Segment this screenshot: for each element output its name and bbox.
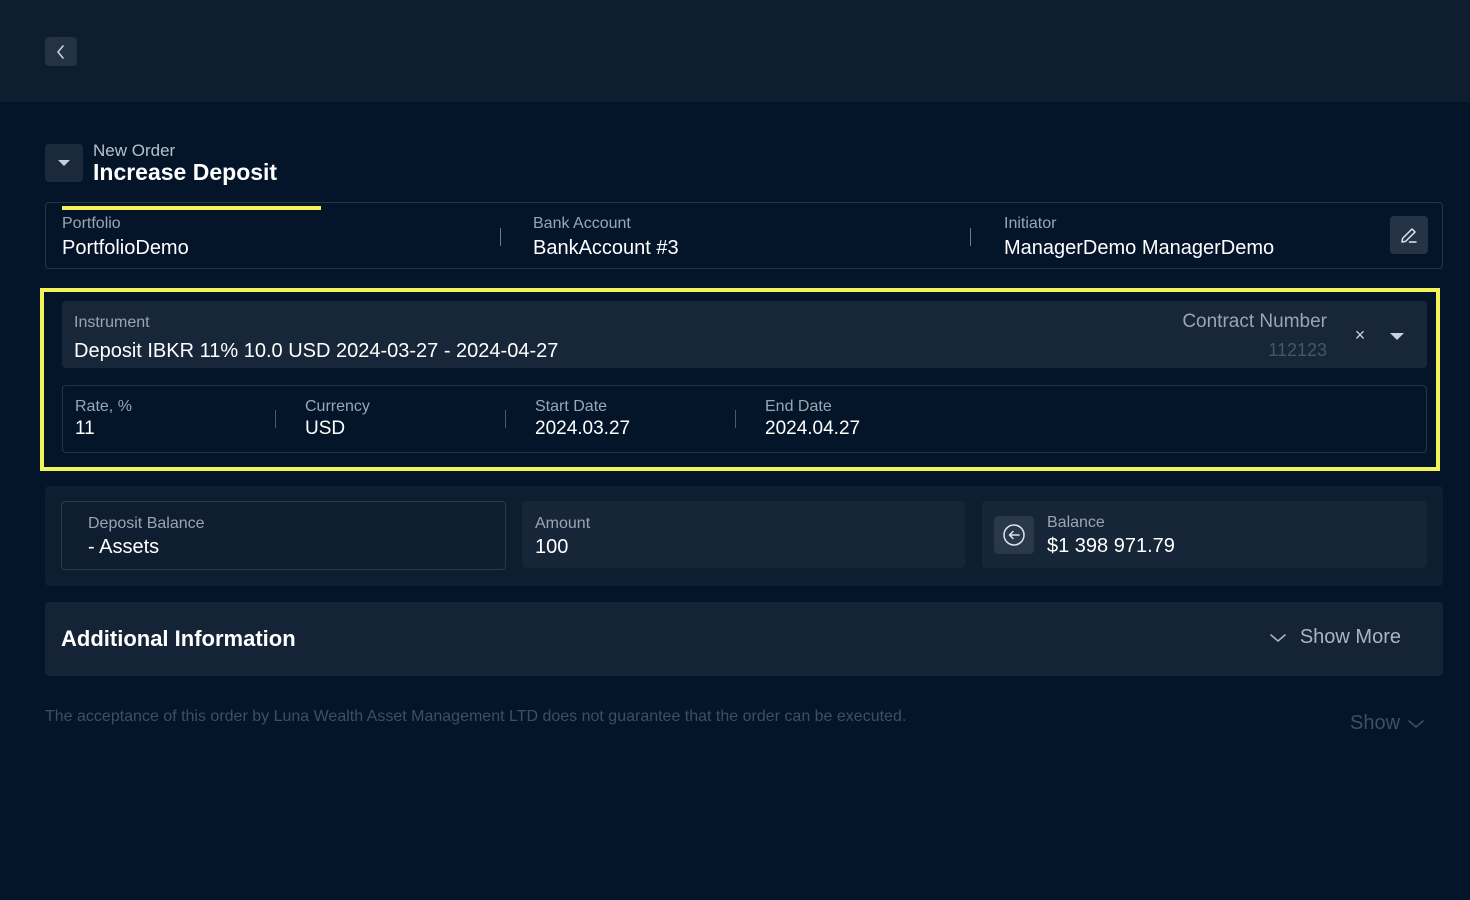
instrument-label: Instrument <box>74 314 150 331</box>
start-date-cell: Start Date 2024.03.27 <box>535 398 630 440</box>
order-title: Increase Deposit <box>93 159 278 185</box>
currency-cell: Currency USD <box>305 398 370 440</box>
amount-label: Amount <box>535 515 591 532</box>
deposit-balance-field: Deposit Balance - Assets <box>61 501 506 570</box>
show-more-label: Show More <box>1299 626 1401 648</box>
portfolio-cell: Portfolio PortfolioDemo <box>62 215 189 260</box>
instrument-select[interactable]: Instrument Deposit IBKR 11% 10.0 USD 202… <box>62 301 1427 368</box>
rate-label: Rate, % <box>75 398 132 415</box>
back-button[interactable] <box>45 37 77 66</box>
portfolio-label: Portfolio <box>62 215 121 232</box>
start-date-value: 2024.03.27 <box>535 418 631 439</box>
show-label: Show <box>1350 712 1401 734</box>
instrument-details: Rate, % 11 Currency USD Start Date 2024.… <box>62 385 1427 453</box>
divider <box>735 410 736 428</box>
top-bar <box>0 0 1470 102</box>
chevron-left-icon <box>57 44 64 59</box>
currency-value: USD <box>305 418 346 439</box>
end-date-label: End Date <box>765 398 832 415</box>
initiator-label: Initiator <box>1004 215 1057 232</box>
collapse-order-button[interactable] <box>45 144 83 182</box>
divider <box>275 410 276 428</box>
instrument-value: Deposit IBKR 11% 10.0 USD 2024-03-27 - 2… <box>74 340 559 362</box>
initiator-value: ManagerDemo ManagerDemo <box>1004 237 1275 259</box>
initiator-cell: Initiator ManagerDemo ManagerDemo <box>1004 215 1274 260</box>
additional-information-panel: Additional Information Show More <box>45 602 1443 676</box>
bank-account-cell: Bank Account BankAccount #3 <box>533 215 679 260</box>
rate-cell: Rate, % 11 <box>75 398 132 440</box>
deposit-balance-label: Deposit Balance <box>88 515 205 532</box>
contract-number-value: 112123 <box>1268 340 1327 360</box>
divider <box>500 228 501 246</box>
divider <box>970 228 971 246</box>
start-date-label: Start Date <box>535 398 608 415</box>
active-tab-indicator <box>62 206 321 210</box>
chevron-down-icon <box>1270 633 1286 642</box>
balance-toggle-button[interactable] <box>994 516 1034 554</box>
contract-number-label: Contract Number <box>1182 311 1327 332</box>
bank-account-label: Bank Account <box>533 215 631 232</box>
end-date-value: 2024.04.27 <box>765 418 861 439</box>
balance-panel: Deposit Balance - Assets Amount 100 Bala… <box>45 486 1443 586</box>
deposit-balance-value: - Assets <box>88 536 160 558</box>
currency-label: Currency <box>305 398 370 415</box>
chevron-down-icon <box>1408 719 1424 728</box>
show-more-button[interactable]: Show More <box>1270 626 1401 649</box>
show-disclaimer-button[interactable]: Show <box>1350 712 1424 735</box>
edit-button[interactable] <box>1390 216 1428 254</box>
arrow-left-circle-icon <box>1003 524 1025 546</box>
portfolio-value: PortfolioDemo <box>62 237 189 259</box>
amount-input[interactable]: Amount 100 <box>522 501 965 568</box>
caret-down-icon[interactable] <box>1389 332 1405 341</box>
order-subtitle: New Order <box>93 141 176 160</box>
divider <box>505 410 506 428</box>
end-date-cell: End Date 2024.04.27 <box>765 398 860 440</box>
balance-value: $1 398 971.79 <box>1047 535 1175 557</box>
amount-value: 100 <box>535 536 569 558</box>
clear-icon[interactable]: × <box>1353 325 1367 345</box>
disclaimer-text: The acceptance of this order by Luna Wea… <box>45 708 907 725</box>
caret-down-icon <box>58 160 70 166</box>
balance-field: Balance $1 398 971.79 <box>982 501 1427 568</box>
additional-information-title: Additional Information <box>61 626 296 651</box>
order-info-row: Portfolio PortfolioDemo Bank Account Ban… <box>45 202 1443 269</box>
bank-account-value: BankAccount #3 <box>533 237 679 259</box>
rate-value: 11 <box>75 418 95 439</box>
balance-label: Balance <box>1047 514 1105 531</box>
pencil-icon <box>1401 228 1417 243</box>
